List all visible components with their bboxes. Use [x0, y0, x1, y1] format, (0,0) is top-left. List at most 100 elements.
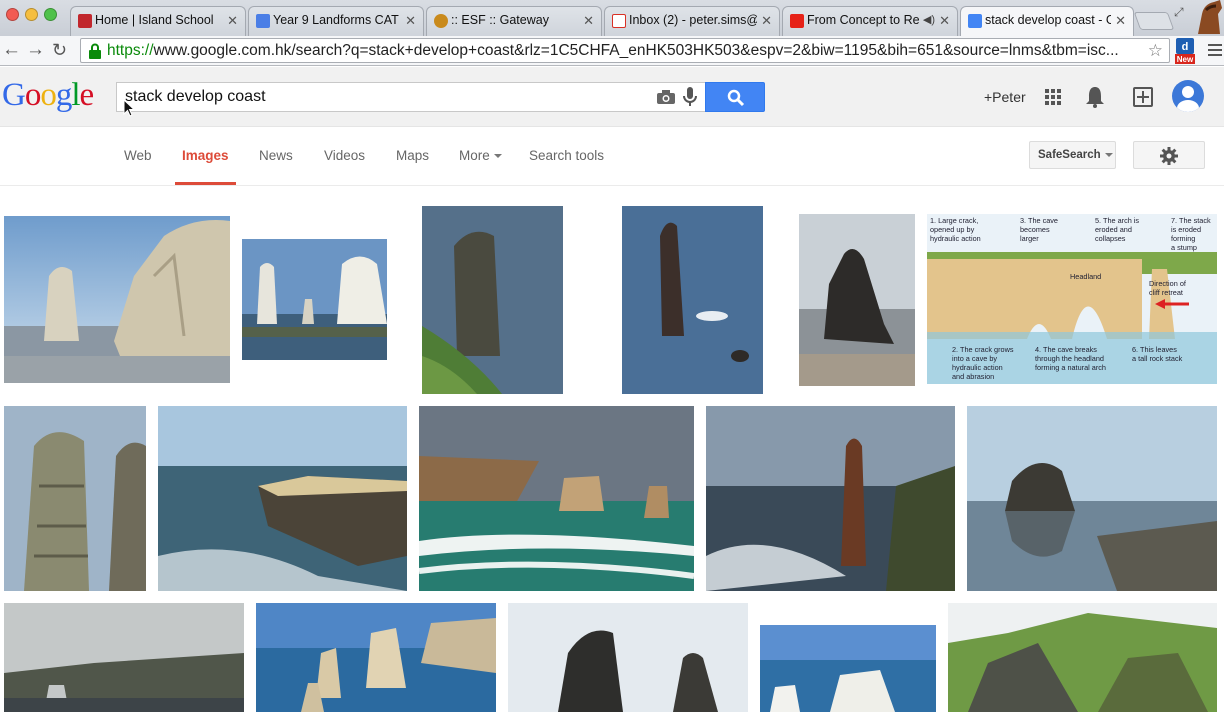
diagram-label-4: 4. The cave breaks through the headland fo…	[1035, 345, 1106, 372]
google-favicon-icon	[968, 14, 982, 28]
apps-grid-icon[interactable]	[1045, 89, 1061, 105]
tab-more[interactable]: More	[459, 148, 502, 163]
image-result-15[interactable]	[760, 625, 936, 712]
browser-tab-5[interactable]: From Concept to Re ◀) ✕	[782, 6, 958, 36]
tab-label: Year 9 Landforms CAT	[273, 13, 399, 27]
close-tab-icon[interactable]: ✕	[583, 13, 594, 29]
image-result-7[interactable]	[4, 406, 146, 591]
tab-search-tools[interactable]: Search tools	[529, 148, 604, 163]
profile-horse-icon[interactable]	[1192, 0, 1224, 34]
lock-icon	[89, 43, 101, 59]
address-bar[interactable]: https://www.google.com.hk/search?q=stack…	[80, 38, 1170, 63]
image-layered-stack	[4, 406, 146, 591]
browser-toolbar: ← → ↻ https://www.google.com.hk/search?q…	[0, 36, 1224, 66]
google-docs-favicon-icon	[256, 14, 270, 28]
mouse-cursor-icon	[123, 99, 135, 117]
user-profile-link[interactable]: +Peter	[984, 89, 1026, 105]
avatar[interactable]	[1172, 80, 1204, 112]
new-tab-button[interactable]	[1133, 12, 1175, 30]
safesearch-label: SafeSearch	[1038, 149, 1101, 161]
close-tab-icon[interactable]: ✕	[761, 13, 772, 29]
google-logo[interactable]: Google	[2, 77, 94, 114]
chevron-down-icon	[493, 154, 502, 159]
forward-arrow-icon[interactable]: →	[26, 39, 45, 61]
diagram-label-6: 6. This leaves a tall rock stack	[1132, 345, 1183, 363]
image-stack-reflection	[967, 406, 1217, 591]
hamburger-menu-icon[interactable]	[1208, 44, 1222, 58]
notifications-bell-icon[interactable]	[1085, 86, 1105, 108]
image-result-8[interactable]	[158, 406, 407, 591]
window-close-button[interactable]	[6, 8, 19, 21]
tab-more-label: More	[459, 148, 490, 163]
browser-tab-4[interactable]: Inbox (2) - peter.sims@ ✕	[604, 6, 780, 36]
tab-label: stack develop coast - G	[985, 13, 1111, 27]
image-twelve-apostles	[419, 406, 694, 591]
diagram-label-headland: Headland	[1070, 272, 1101, 281]
svg-text:d: d	[1182, 41, 1189, 53]
diagram-label-1: 1. Large crack, opened up by hydraulic act…	[930, 216, 981, 243]
url-scheme: https://	[107, 42, 154, 59]
image-result-14[interactable]	[508, 603, 748, 712]
tab-label: Home | Island School	[95, 13, 214, 27]
browser-tab-2[interactable]: Year 9 Landforms CAT ✕	[248, 6, 424, 36]
tab-web[interactable]: Web	[124, 148, 152, 163]
image-result-12[interactable]	[4, 603, 244, 712]
microphone-icon[interactable]	[683, 87, 697, 107]
image-result-13[interactable]	[256, 603, 496, 712]
image-result-4[interactable]	[599, 206, 787, 394]
browser-tab-active[interactable]: stack develop coast - G ✕	[960, 6, 1134, 37]
diagram-label-direction: Direction of cliff retreat	[1149, 279, 1187, 297]
image-white-stacks	[760, 625, 936, 712]
back-arrow-icon[interactable]: ←	[2, 39, 21, 61]
tab-news[interactable]: News	[259, 148, 293, 163]
tab-videos[interactable]: Videos	[324, 148, 365, 163]
camera-icon[interactable]	[657, 90, 675, 104]
image-result-11[interactable]	[967, 406, 1217, 591]
bookmark-star-icon[interactable]: ☆	[1148, 41, 1163, 61]
search-icon	[727, 89, 745, 107]
image-result-6[interactable]: 1. Large crack, opened up by hydraulic act…	[927, 214, 1217, 384]
share-plus-icon[interactable]	[1133, 87, 1153, 107]
fullscreen-icon[interactable]: ⤢	[1174, 5, 1184, 20]
gear-icon	[1160, 147, 1178, 165]
window-maximize-button[interactable]	[44, 8, 57, 21]
url-text: https://www.google.com.hk/search?q=stack…	[107, 42, 1137, 60]
image-results-grid: 1. Large crack, opened up by hydraulic act…	[0, 186, 1224, 712]
url-rest: www.google.com.hk/search?q=stack+develop…	[153, 42, 1119, 59]
image-old-man-stack	[706, 406, 955, 591]
image-wavecut-platform	[158, 406, 407, 591]
close-tab-icon[interactable]: ✕	[405, 13, 416, 29]
google-header: Google stack develop coast +Peter	[0, 67, 1224, 127]
chevron-down-icon	[1104, 152, 1113, 157]
search-button[interactable]	[705, 82, 765, 112]
tab-label: Inbox (2) - peter.sims@	[629, 13, 757, 27]
window-minimize-button[interactable]	[25, 8, 38, 21]
image-result-9[interactable]	[419, 406, 694, 591]
tab-label: From Concept to Re	[807, 13, 919, 27]
reload-icon[interactable]: ↻	[52, 39, 67, 61]
close-tab-icon[interactable]: ✕	[939, 13, 950, 29]
tab-images[interactable]: Images	[182, 148, 229, 163]
close-tab-icon[interactable]: ✕	[1115, 13, 1126, 29]
browser-tab-1[interactable]: Home | Island School ✕	[70, 6, 246, 36]
search-input[interactable]: stack develop coast	[116, 82, 706, 112]
image-coastal-erosion-diagram: 1. Large crack, opened up by hydraulic act…	[927, 214, 1217, 384]
image-result-5[interactable]	[799, 214, 915, 386]
image-tall-stack-sea	[622, 206, 763, 394]
image-result-16[interactable]	[948, 603, 1217, 712]
image-result-3[interactable]	[399, 206, 588, 394]
close-tab-icon[interactable]: ✕	[227, 13, 238, 29]
image-result-1[interactable]	[4, 216, 230, 383]
search-query-text: stack develop coast	[125, 88, 266, 105]
active-tab-underline	[175, 182, 236, 185]
image-result-2[interactable]	[242, 239, 387, 360]
safesearch-button[interactable]: SafeSearch	[1029, 141, 1116, 169]
tab-maps[interactable]: Maps	[396, 148, 429, 163]
settings-button[interactable]	[1133, 141, 1205, 169]
extension-icon[interactable]: d New	[1175, 38, 1195, 64]
image-result-10[interactable]	[706, 406, 955, 591]
youtube-favicon-icon	[790, 14, 804, 28]
extension-badge: New	[1177, 55, 1194, 64]
browser-tab-3[interactable]: :: ESF :: Gateway ✕	[426, 6, 602, 36]
image-dark-stacks-sky	[508, 603, 748, 712]
